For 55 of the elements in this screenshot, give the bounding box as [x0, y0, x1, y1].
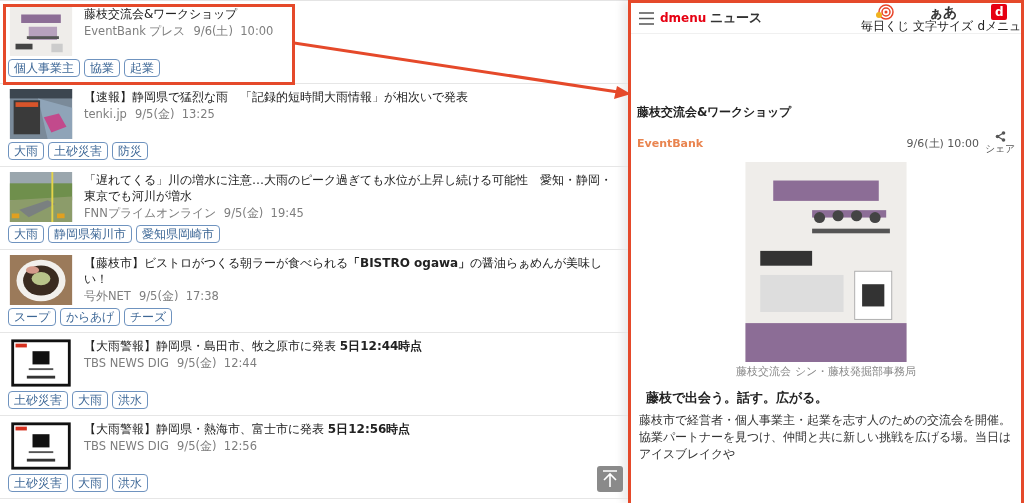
tag-link[interactable]: 洪水	[112, 391, 148, 409]
header-action-label[interactable]: dメニュ	[977, 19, 1021, 33]
news-source: FNNプライムオンライン	[84, 206, 216, 221]
news-title[interactable]: 【大雨警報】静岡県・島田市、牧之原市に発表 5日12:44時点	[84, 338, 423, 354]
header-title: ニュース	[710, 9, 763, 27]
news-title[interactable]: 【藤枝市】ビストロがつくる朝ラーが食べられる「BISTRO ogawa」の醤油らぁめんが美味しい！	[84, 255, 620, 287]
target-icon[interactable]	[876, 3, 895, 20]
tag-link[interactable]: 土砂災害	[8, 391, 68, 409]
tag-link[interactable]: スープ	[8, 308, 56, 326]
font-size-glyph[interactable]: ぁあ	[929, 3, 958, 20]
tag-link[interactable]: 愛知県岡崎市	[136, 225, 220, 243]
article-body: 藤枝市で経営者・個人事業主・起業を志す人のための交流会を開催。協業パートナーを見つけ、仲間と共に新しい挑戦を広げる場。当日はアイスブレイクや	[639, 412, 1012, 463]
back-to-top-button[interactable]	[597, 466, 623, 492]
news-source: EventBank プレス	[84, 24, 186, 39]
header-action-label[interactable]: 毎日くじ	[861, 19, 910, 33]
tag-link[interactable]: 大雨	[72, 391, 108, 409]
news-date: 9/5(金) 19:45	[223, 206, 304, 221]
tag-link[interactable]: チーズ	[124, 308, 172, 326]
news-title[interactable]: 【大雨警報】静岡県・熱海市、富士市に発表 5日12:56時点	[84, 421, 411, 437]
share-icon	[994, 131, 1006, 142]
news-date: 9/5(金) 13:25	[134, 107, 215, 122]
news-source: 号外NET	[84, 289, 131, 304]
arrow-up-icon	[602, 470, 618, 488]
tag-link[interactable]: 静岡県菊川市	[48, 225, 132, 243]
article-date: 9/6(土) 10:00	[906, 136, 979, 151]
tag-link[interactable]: 土砂災害	[48, 142, 108, 160]
article-heading: 藤枝で出会う。話す。広がる。	[646, 389, 829, 407]
news-date: 9/5(金) 17:38	[138, 289, 219, 304]
d-app-icon[interactable]: d	[991, 3, 1008, 20]
news-date: 9/5(金) 12:44	[177, 356, 257, 371]
header-action-label[interactable]: 文字サイズ	[913, 19, 974, 33]
tag-link[interactable]: 協業	[84, 59, 120, 77]
news-title[interactable]: 【速報】静岡県で猛烈な雨 「記録的短時間大雨情報」が相次いで発表	[84, 89, 468, 105]
news-title[interactable]: 「遅れてくる」川の増水に注意…大雨のピーク過ぎても水位が上昇し続ける可能性 愛知・静岡・東京でも河川が増水	[84, 172, 620, 204]
tag-link[interactable]: 大雨	[8, 225, 44, 243]
menu-icon[interactable]	[639, 11, 654, 25]
news-title[interactable]: 藤枝交流会&ワークショップ	[84, 6, 274, 22]
tag-link[interactable]: 防災	[112, 142, 148, 160]
tag-link[interactable]: 大雨	[8, 142, 44, 160]
publisher-logo: EventBank	[637, 137, 704, 150]
news-source: tenki.jp	[84, 107, 127, 122]
article-title: 藤枝交流会&ワークショップ	[637, 104, 793, 121]
news-source: TBS NEWS DIG	[84, 439, 170, 454]
dmenu-logo-text[interactable]: dmenu	[660, 11, 707, 25]
news-date: 9/5(金) 12:56	[177, 439, 257, 454]
tag-link[interactable]: からあげ	[60, 308, 120, 326]
tag-link[interactable]: 個人事業主	[8, 59, 80, 77]
news-source: TBS NEWS DIG	[84, 356, 170, 371]
tag-link[interactable]: 洪水	[112, 474, 148, 492]
tag-link[interactable]: 大雨	[72, 474, 108, 492]
image-caption: 藤枝交流会 シン・藤枝発掘部事務局	[735, 364, 917, 379]
tag-link[interactable]: 土砂災害	[8, 474, 68, 492]
share-button[interactable]: シェア	[985, 131, 1015, 156]
news-date: 9/6(土) 10:00	[193, 24, 274, 39]
tag-link[interactable]: 起業	[124, 59, 160, 77]
